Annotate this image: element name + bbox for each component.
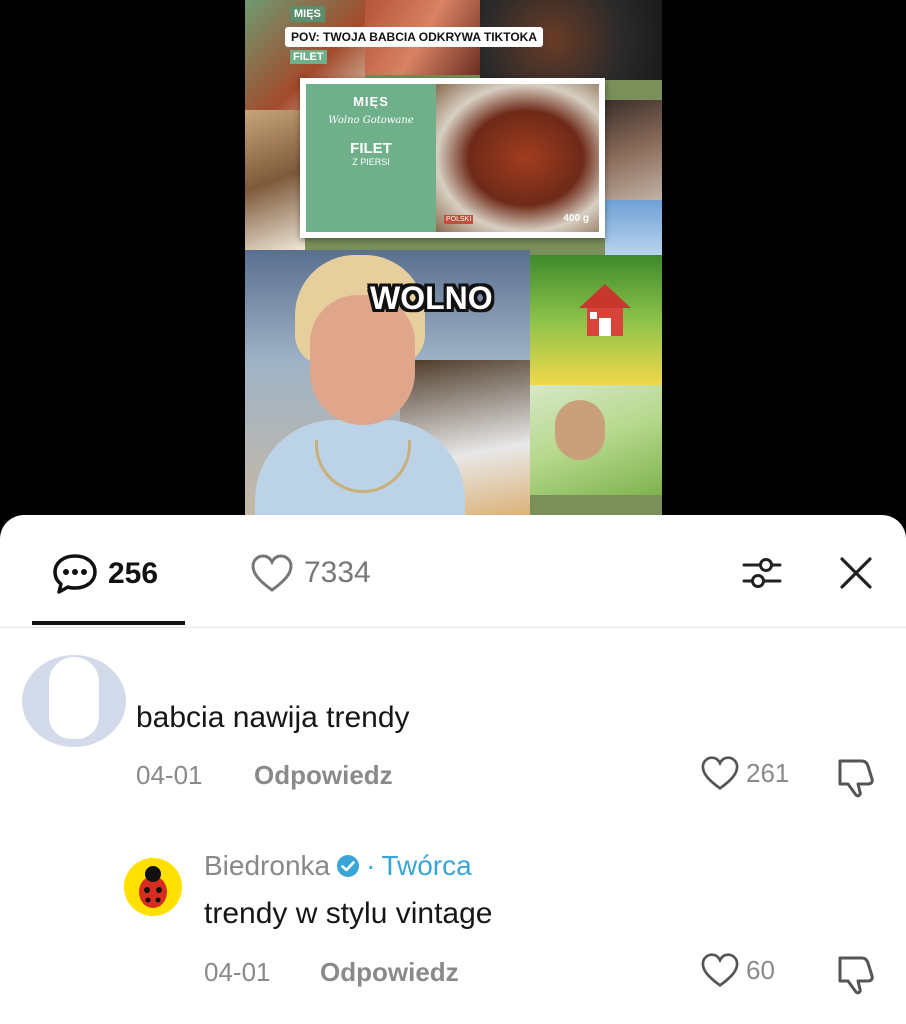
- avatar[interactable]: [124, 858, 182, 916]
- package-brand: MIĘS: [353, 94, 389, 109]
- comment-text: trendy w stylu vintage: [204, 897, 493, 930]
- likes-count: 7334: [304, 556, 371, 589]
- avatar[interactable]: [22, 655, 126, 747]
- brand-logo: MIĘS: [290, 6, 325, 22]
- package-label: MIĘS Wolno Gotowane FILET Z PIERSI: [306, 84, 436, 232]
- product-label: FILET: [290, 50, 327, 64]
- comments-header: 256 7334: [0, 515, 906, 628]
- comments-sheet: 256 7334 babcia nawija trendy 04-01 Odpo…: [0, 515, 906, 1024]
- video-player[interactable]: MIĘS FILET POV: TWOJA BABCIA ODKRYWA TIK…: [0, 0, 906, 540]
- thumbs-down-icon[interactable]: [834, 952, 878, 996]
- comment-bubble-icon: [53, 554, 97, 594]
- comments-count: 256: [108, 557, 159, 590]
- bunny-image: [555, 400, 605, 460]
- video-caption-banner: POV: TWOJA BABCIA ODKRYWA TIKTOKA: [285, 27, 543, 47]
- package-origin: POLSKI: [444, 215, 474, 224]
- product-package: MIĘS Wolno Gotowane FILET Z PIERSI POLSK…: [300, 78, 605, 238]
- verified-badge-icon: [337, 855, 360, 877]
- video-overlay-text: WOLNO: [370, 280, 493, 316]
- video-frame[interactable]: MIĘS FILET POV: TWOJA BABCIA ODKRYWA TIK…: [245, 0, 662, 530]
- package-weight: 400 g: [563, 213, 589, 224]
- comment-date: 04-01: [136, 760, 203, 790]
- tab-comments[interactable]: 256: [52, 553, 158, 595]
- collage-tile: [605, 200, 662, 255]
- creator-badge: Twórca: [381, 850, 472, 881]
- separator: ·: [366, 850, 376, 881]
- active-tab-indicator: [32, 621, 185, 625]
- reply-button[interactable]: Odpowiedz: [320, 957, 459, 988]
- house-image: [579, 284, 631, 336]
- thumbs-down-icon[interactable]: [834, 755, 878, 799]
- heart-icon: [701, 756, 739, 790]
- comment-author[interactable]: Biedronka: [204, 850, 330, 882]
- comment-reply-item: Biedronka · Twórca trendy w stylu vintag…: [0, 850, 906, 1020]
- comment-text: babcia nawija trendy: [136, 701, 410, 734]
- comment-like-button[interactable]: 60: [700, 952, 775, 988]
- comment-like-count: 261: [746, 757, 790, 788]
- comment-like-count: 60: [746, 954, 775, 985]
- comment-date: 04-01: [204, 957, 271, 987]
- package-subtitle: Wolno Gotowane: [328, 115, 414, 126]
- package-product: FILET: [350, 140, 392, 157]
- tab-likes[interactable]: 7334: [250, 553, 371, 593]
- comment-author-row: Biedronka · Twórca: [204, 850, 472, 882]
- reply-button[interactable]: Odpowiedz: [254, 760, 393, 791]
- heart-icon: [251, 554, 293, 592]
- sliders-icon[interactable]: [740, 551, 784, 595]
- comment-item: babcia nawija trendy 04-01 Odpowiedz 261: [0, 655, 906, 805]
- collage-tile: [605, 100, 662, 200]
- comment-like-button[interactable]: 261: [700, 755, 789, 791]
- avatar-silhouette: [49, 657, 99, 739]
- collage-tile: [245, 110, 305, 250]
- package-photo: POLSKI 400 g: [436, 84, 599, 232]
- close-icon[interactable]: [834, 551, 878, 595]
- heart-icon: [701, 953, 739, 987]
- package-product-detail: Z PIERSI: [352, 157, 390, 167]
